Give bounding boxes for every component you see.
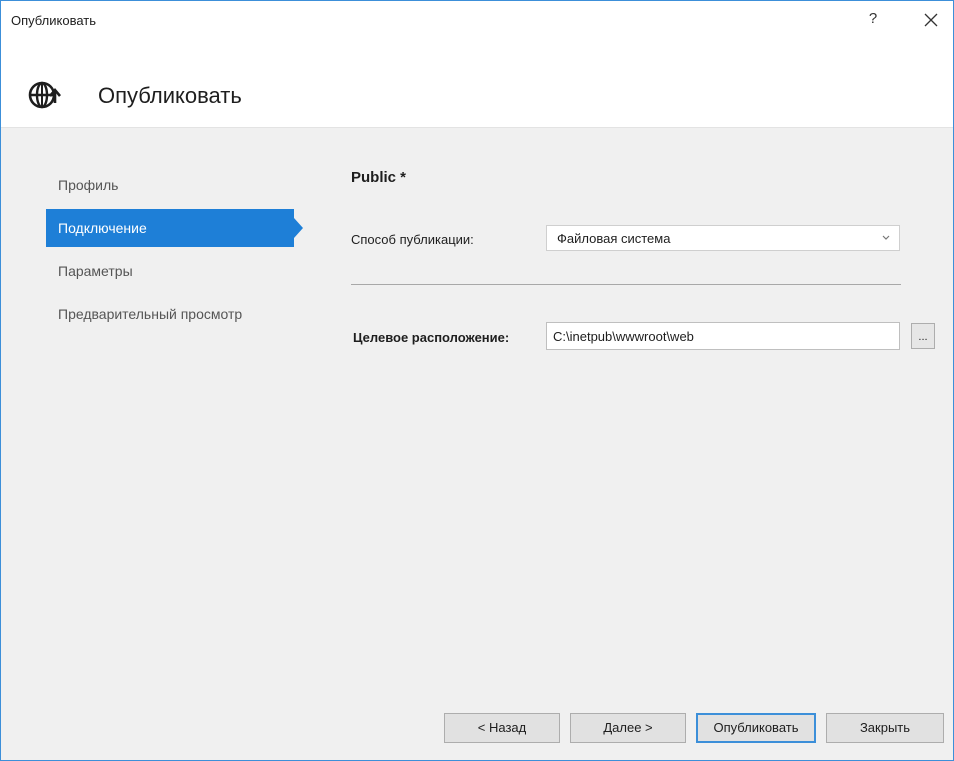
target-location-label: Целевое расположение: <box>353 330 510 345</box>
back-button[interactable]: < Назад <box>444 713 560 743</box>
wizard-nav: Профиль Подключение Параметры Предварите… <box>46 166 306 338</box>
next-button[interactable]: Далее > <box>570 713 686 743</box>
publish-method-select[interactable]: Файловая система <box>546 225 900 251</box>
nav-item-connection[interactable]: Подключение <box>46 209 303 247</box>
close-icon <box>924 13 938 27</box>
publish-method-value: Файловая система <box>557 231 671 246</box>
section-divider <box>351 284 901 285</box>
close-window-button[interactable] <box>917 8 945 32</box>
title-bar: Опубликовать ? <box>1 1 953 39</box>
nav-item-settings[interactable]: Параметры <box>46 252 306 290</box>
profile-name: Public * <box>351 169 407 186</box>
browse-button[interactable]: ... <box>911 323 935 349</box>
publish-method-label: Способ публикации: <box>351 232 474 247</box>
chevron-down-icon <box>882 235 890 240</box>
target-location-input[interactable] <box>546 322 900 350</box>
publish-dialog: Опубликовать ? Опубликовать Профиль Подк… <box>0 0 954 761</box>
page-title: Опубликовать <box>98 83 242 108</box>
dialog-header: Опубликовать <box>1 39 953 128</box>
nav-item-profile[interactable]: Профиль <box>46 166 306 204</box>
globe-publish-icon <box>28 81 61 109</box>
publish-button[interactable]: Опубликовать <box>696 713 816 743</box>
close-button[interactable]: Закрыть <box>826 713 944 743</box>
nav-item-preview[interactable]: Предварительный просмотр <box>46 295 306 333</box>
window-title: Опубликовать <box>11 13 97 28</box>
help-button[interactable]: ? <box>863 10 883 30</box>
